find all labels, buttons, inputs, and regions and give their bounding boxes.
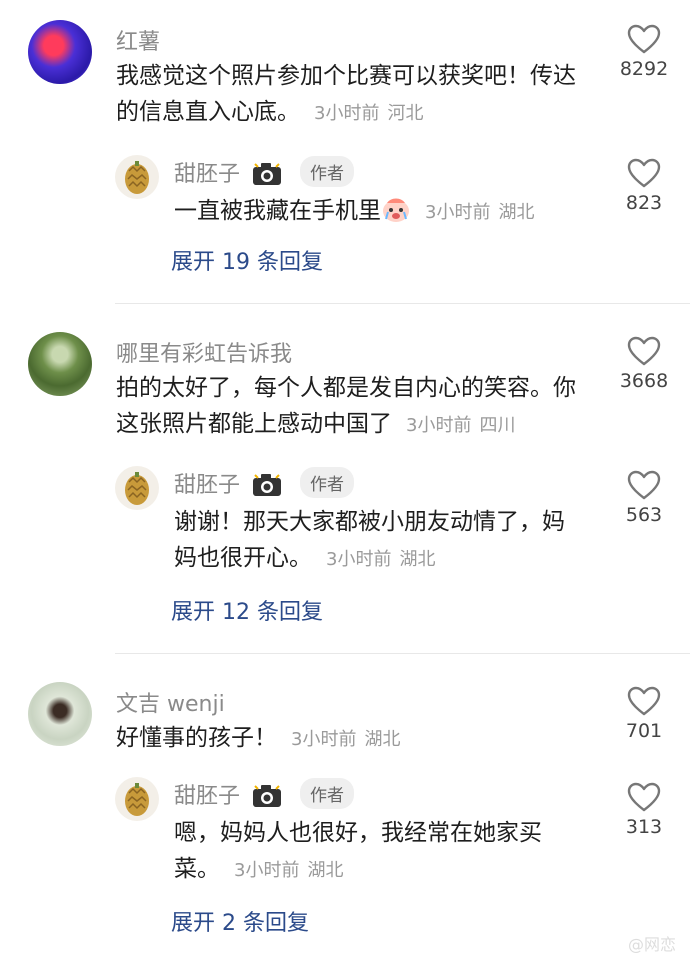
reply-username[interactable]: 甜胚子: [174, 784, 240, 809]
comment-username[interactable]: 红薯: [116, 24, 160, 56]
watermark: @网恋: [627, 935, 676, 954]
like-button[interactable]: 3668: [599, 336, 689, 392]
crying-emoji-icon: [383, 198, 409, 222]
like-count: 8292: [619, 58, 669, 80]
like-count: 3668: [619, 370, 669, 392]
reply-like-button[interactable]: 823: [599, 158, 689, 214]
like-count: 823: [625, 192, 663, 214]
comment-location: 湖北: [364, 729, 401, 750]
reply-text: 嗯，妈妈人也很好，我经常在她家买菜。: [174, 820, 542, 882]
comment-username[interactable]: 哪里有彩虹告诉我: [116, 336, 292, 368]
durian-avatar-icon: [125, 783, 149, 816]
like-count: 701: [625, 720, 663, 742]
comment-location: 河北: [387, 103, 424, 124]
author-badge: 作者: [300, 156, 355, 187]
like-count: 313: [625, 816, 663, 838]
comment-location: 四川: [479, 415, 516, 436]
reply-body: 嗯，妈妈人也很好，我经常在她家买菜。 3小时前 湖北: [174, 815, 574, 889]
expand-replies-link[interactable]: 展开 19 条回复: [171, 244, 323, 276]
comment-body: 我感觉这个照片参加个比赛可以获奖吧！传达的信息直入心底。 3小时前 河北: [116, 58, 596, 132]
heart-icon: [627, 782, 661, 812]
reply-avatar[interactable]: [115, 777, 159, 821]
avatar[interactable]: [28, 20, 92, 84]
comment-body: 好懂事的孩子！ 3小时前 湖北: [116, 720, 596, 758]
heart-icon: [627, 336, 661, 366]
reply-time: 3小时前: [425, 202, 491, 223]
avatar[interactable]: [28, 682, 92, 746]
reply-avatar[interactable]: [115, 155, 159, 199]
reply-avatar[interactable]: [115, 466, 159, 510]
reply-username-row: 甜胚子 作者: [174, 778, 355, 810]
heart-icon: [627, 686, 661, 716]
author-badge: 作者: [300, 778, 355, 809]
reply-location: 湖北: [307, 860, 344, 881]
reply-location: 湖北: [399, 549, 436, 570]
comment-text: 好懂事的孩子！: [116, 725, 277, 751]
reply-username[interactable]: 甜胚子: [174, 473, 240, 498]
camera-icon: [253, 785, 282, 807]
reply-username-row: 甜胚子 作者: [174, 467, 355, 499]
divider: [115, 303, 690, 304]
reply-time: 3小时前: [234, 860, 300, 881]
divider: [115, 653, 690, 654]
author-badge: 作者: [300, 467, 355, 498]
reply-body: 谢谢！那天大家都被小朋友动情了，妈妈也很开心。 3小时前 湖北: [174, 504, 574, 578]
reply-like-button[interactable]: 563: [599, 470, 689, 526]
comment-username[interactable]: 文吉 wenji: [116, 686, 225, 718]
reply-text: 一直被我藏在手机里: [174, 198, 381, 224]
reply-body: 一直被我藏在手机里 3小时前 湖北: [174, 193, 574, 231]
heart-icon: [627, 470, 661, 500]
reply-location: 湖北: [498, 202, 535, 223]
like-count: 563: [625, 504, 663, 526]
like-button[interactable]: 8292: [599, 24, 689, 80]
like-button[interactable]: 701: [599, 686, 689, 742]
avatar[interactable]: [28, 332, 92, 396]
expand-replies-link[interactable]: 展开 12 条回复: [171, 594, 323, 626]
reply-time: 3小时前: [326, 549, 392, 570]
heart-icon: [627, 158, 661, 188]
heart-icon: [627, 24, 661, 54]
durian-avatar-icon: [125, 472, 149, 505]
comment-body: 拍的太好了，每个人都是发自内心的笑容。你这张照片都能上感动中国了 3小时前 四川: [116, 370, 596, 444]
reply-username[interactable]: 甜胚子: [174, 162, 240, 187]
expand-replies-link[interactable]: 展开 2 条回复: [171, 905, 309, 937]
camera-icon: [253, 163, 282, 185]
durian-avatar-icon: [125, 161, 149, 194]
reply-like-button[interactable]: 313: [599, 782, 689, 838]
camera-icon: [253, 474, 282, 496]
comment-time: 3小时前: [406, 415, 472, 436]
comment-time: 3小时前: [291, 729, 357, 750]
comment-time: 3小时前: [314, 103, 380, 124]
reply-username-row: 甜胚子 作者: [174, 156, 355, 188]
